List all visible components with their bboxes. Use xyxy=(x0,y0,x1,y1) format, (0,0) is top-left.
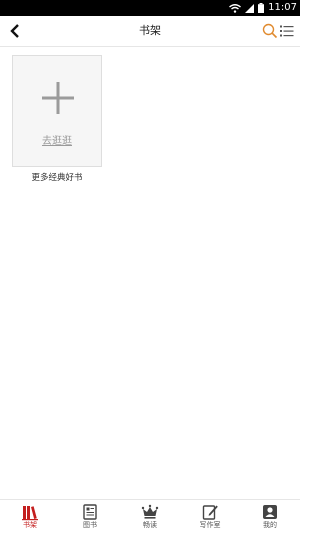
status-right: 11:07 xyxy=(229,2,297,14)
battery-icon xyxy=(258,3,265,13)
header-bar: 书架 xyxy=(0,16,300,47)
write-icon xyxy=(202,505,218,520)
nav-label: 图书 xyxy=(83,521,97,529)
bookshelf-icon xyxy=(22,506,38,521)
crown-icon xyxy=(141,504,159,519)
signal-icon xyxy=(245,3,255,13)
book-icon xyxy=(83,504,97,520)
nav-item-writing-room[interactable]: 写作室 xyxy=(180,500,240,533)
nav-label: 畅读 xyxy=(143,521,157,529)
list-icon[interactable] xyxy=(280,24,294,38)
bottom-nav: 书架 图书 畅读 写作室 我的 xyxy=(0,499,300,533)
nav-label: 写作室 xyxy=(199,521,221,529)
plus-icon xyxy=(42,82,74,114)
status-bar: 11:07 xyxy=(0,0,300,16)
nav-label: 书架 xyxy=(23,521,37,529)
profile-icon xyxy=(263,505,277,519)
nav-item-mine[interactable]: 我的 xyxy=(240,500,300,533)
more-books-label: 更多经典好书 xyxy=(31,173,83,183)
search-icon[interactable] xyxy=(262,23,278,39)
nav-item-books[interactable]: 图书 xyxy=(60,500,120,533)
status-time: 11:07 xyxy=(268,2,297,13)
nav-item-bookshelf[interactable]: 书架 xyxy=(0,500,60,533)
wifi-icon xyxy=(229,3,242,13)
add-book-tile[interactable]: 去逛逛 xyxy=(12,55,102,167)
nav-label: 我的 xyxy=(263,521,277,529)
nav-item-unlimited[interactable]: 畅读 xyxy=(120,500,180,533)
page-title: 书架 xyxy=(139,24,161,37)
browse-link[interactable]: 去逛逛 xyxy=(13,132,101,147)
